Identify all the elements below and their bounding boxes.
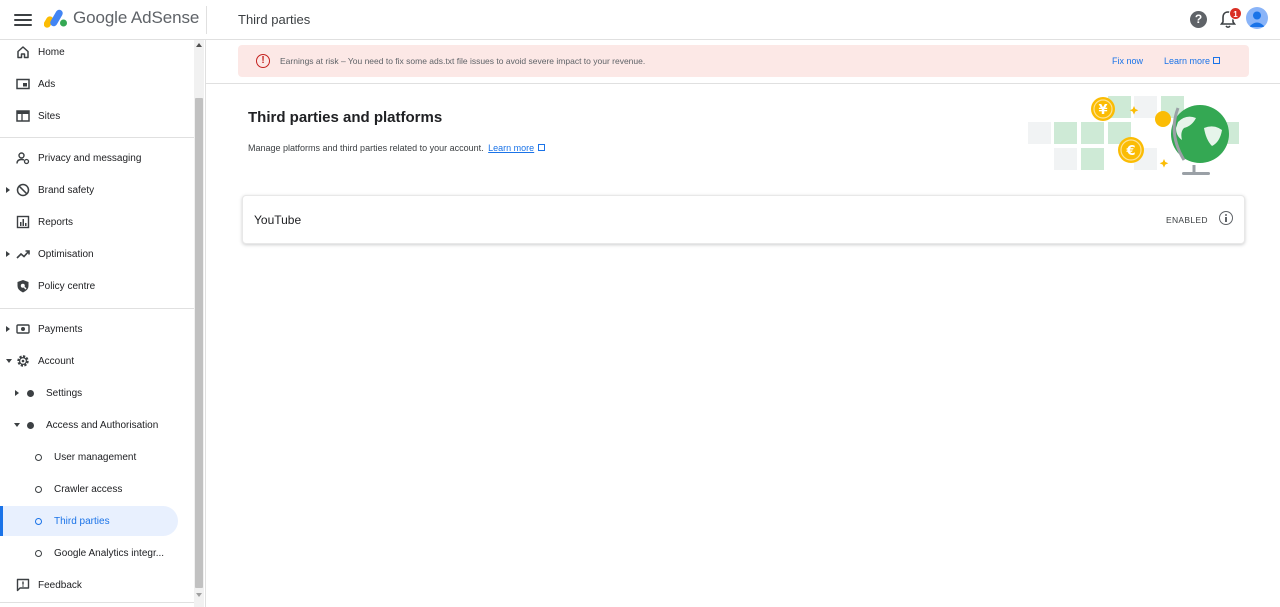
trending-up-icon <box>16 247 30 261</box>
feedback-icon <box>16 578 30 592</box>
sidebar-item-feedback[interactable]: Feedback <box>0 570 194 600</box>
earnings-at-risk-alert: ! Earnings at risk – You need to fix som… <box>238 45 1249 77</box>
section-description: Manage platforms and third parties relat… <box>248 143 546 153</box>
globe-currency-illustration: ¥ € <box>1026 92 1246 178</box>
menu-icon[interactable] <box>14 11 32 29</box>
sites-icon <box>16 109 30 123</box>
sidebar-item-home[interactable]: Home <box>0 40 194 67</box>
payments-icon <box>16 322 30 336</box>
section-title: Third parties and platforms <box>248 109 443 126</box>
caret-right-icon[interactable] <box>6 326 10 332</box>
home-icon <box>16 45 30 59</box>
sidebar-item-label: Privacy and messaging <box>38 152 142 164</box>
sidebar-item-label: Optimisation <box>38 248 94 260</box>
bullet-ring-icon <box>35 454 42 461</box>
learn-more-link[interactable]: Learn more <box>488 143 534 153</box>
adsense-logo-mark <box>44 9 67 28</box>
svg-text:¥: ¥ <box>1098 103 1107 118</box>
gear-icon <box>16 354 30 368</box>
sidebar-item-label: Reports <box>38 216 74 228</box>
svg-text:€: € <box>1125 144 1135 159</box>
bullet-ring-icon <box>35 518 42 525</box>
sidebar-item-label: Crawler access <box>54 483 123 495</box>
error-icon: ! <box>256 54 270 68</box>
sidebar-item-label: Home <box>38 46 65 58</box>
caret-right-icon[interactable] <box>15 390 19 396</box>
notification-badge: 1 <box>1229 7 1242 20</box>
avatar[interactable] <box>1246 7 1268 29</box>
sidebar-item-access-authorisation[interactable]: Access and Authorisation <box>0 410 194 440</box>
header-divider <box>206 6 207 34</box>
help-icon[interactable]: ? <box>1190 11 1207 28</box>
sidebar-item-label: Account <box>38 355 75 367</box>
sidebar-item-label: Ads <box>38 78 56 90</box>
sidebar-item-settings[interactable]: Settings <box>0 378 194 408</box>
active-indicator <box>0 506 3 536</box>
ads-icon <box>16 77 30 91</box>
alert-learn-more-link[interactable]: Learn more <box>1164 56 1221 66</box>
learn-more-label: Learn more <box>488 143 535 153</box>
page-title: Third parties <box>238 12 311 27</box>
sidebar-item-label: Third parties <box>54 515 110 527</box>
sidebar-item-policy-centre[interactable]: Policy centre <box>0 271 194 301</box>
app-name: Google AdSense <box>73 8 200 27</box>
description-text: Manage platforms and third parties relat… <box>248 143 484 153</box>
sidebar-item-label: Feedback <box>38 579 82 591</box>
caret-down-icon[interactable] <box>14 423 20 427</box>
platform-card-youtube[interactable]: YouTube ENABLED <box>242 195 1245 244</box>
top-app-bar: Google AdSense Third parties ? 1 <box>0 0 1280 40</box>
sidebar-item-label: Settings <box>46 387 83 399</box>
adsense-logo[interactable]: Google AdSense <box>44 8 199 28</box>
caret-down-icon[interactable] <box>6 359 12 363</box>
alert-learn-more-label: Learn more <box>1164 56 1211 66</box>
sidebar-nav: Home Ads Sites Privacy and messaging Bra… <box>0 40 206 607</box>
sidebar-item-label: Google Analytics integr... <box>54 547 165 559</box>
caret-right-icon[interactable] <box>6 187 10 193</box>
platform-name: YouTube <box>254 213 302 227</box>
bullet-ring-icon <box>35 550 42 557</box>
sidebar-item-privacy[interactable]: Privacy and messaging <box>0 143 194 173</box>
external-link-icon <box>538 144 546 151</box>
scroll-down-icon[interactable] <box>196 593 202 597</box>
reports-icon <box>16 215 30 229</box>
bullet-icon <box>27 422 34 429</box>
sidebar-divider <box>0 308 194 309</box>
sidebar-item-third-parties[interactable]: Third parties <box>0 506 178 536</box>
bullet-icon <box>27 390 34 397</box>
sidebar-item-crawler-access[interactable]: Crawler access <box>0 474 194 504</box>
sidebar-divider <box>0 602 194 603</box>
sidebar-item-user-management[interactable]: User management <box>0 442 194 472</box>
sidebar-item-reports[interactable]: Reports <box>0 207 194 237</box>
block-icon <box>16 183 30 197</box>
sidebar-item-brand-safety[interactable]: Brand safety <box>0 175 194 205</box>
info-icon[interactable] <box>1219 211 1233 225</box>
platform-status: ENABLED <box>1166 215 1208 225</box>
sidebar-item-label: Sites <box>38 110 61 122</box>
sidebar-item-sites[interactable]: Sites <box>0 101 194 131</box>
sidebar-item-account[interactable]: Account <box>0 346 194 376</box>
alert-message: Earnings at risk – You need to fix some … <box>280 56 646 66</box>
policy-shield-icon <box>16 279 30 293</box>
main-divider <box>206 83 1280 84</box>
sidebar-item-label: Brand safety <box>38 184 95 196</box>
sidebar-item-optimisation[interactable]: Optimisation <box>0 239 194 269</box>
sidebar-item-google-analytics[interactable]: Google Analytics integr... <box>0 538 194 568</box>
caret-right-icon[interactable] <box>6 251 10 257</box>
sidebar-item-label: User management <box>54 451 137 463</box>
scroll-up-icon[interactable] <box>196 43 202 47</box>
sidebar-item-ads[interactable]: Ads <box>0 69 194 99</box>
fix-now-link[interactable]: Fix now <box>1112 56 1143 66</box>
sidebar-item-payments[interactable]: Payments <box>0 314 194 344</box>
sidebar-item-label: Payments <box>38 323 83 335</box>
sidebar-scrollbar-thumb[interactable] <box>195 98 203 588</box>
external-link-icon <box>1213 57 1221 64</box>
bullet-ring-icon <box>35 486 42 493</box>
sidebar-item-label: Policy centre <box>38 280 96 292</box>
sidebar-divider <box>0 137 194 138</box>
sidebar-item-label: Access and Authorisation <box>46 419 159 431</box>
privacy-icon <box>16 151 30 165</box>
